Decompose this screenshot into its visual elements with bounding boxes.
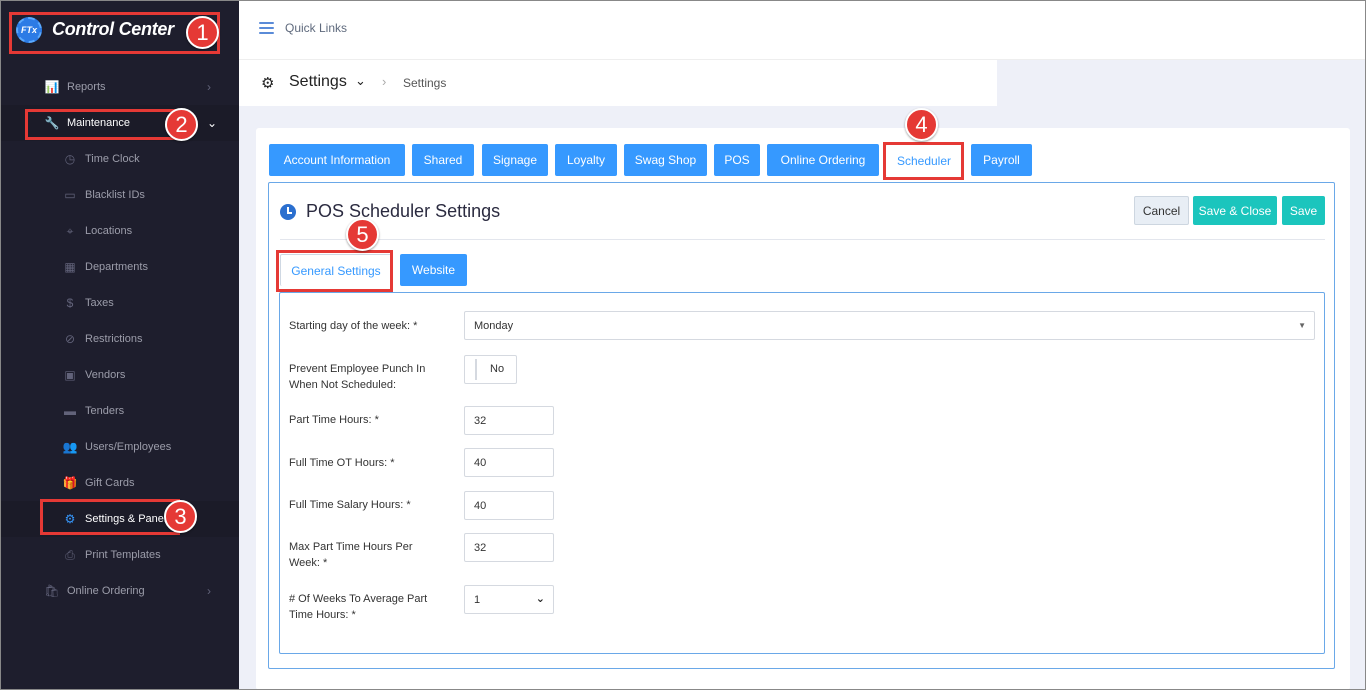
max-pt-hours-input[interactable]: 32 bbox=[464, 533, 554, 562]
dollar-icon: $ bbox=[66, 296, 74, 310]
weeks-average-value: 1 bbox=[474, 593, 481, 606]
sidebar-item-label: Print Templates bbox=[85, 549, 161, 561]
chevron-down-icon: ⌄ bbox=[207, 116, 218, 130]
chevron-down-icon[interactable]: ⌄ bbox=[355, 73, 366, 89]
tab-loyalty[interactable]: Loyalty bbox=[555, 144, 617, 176]
sidebar-item-label: Users/Employees bbox=[85, 441, 172, 453]
weeks-average-select[interactable]: 1 ⌄ bbox=[464, 585, 554, 614]
chevron-right-icon: › bbox=[382, 74, 387, 89]
cancel-button[interactable]: Cancel bbox=[1134, 196, 1189, 225]
sidebar-item-restrictions[interactable]: ⊘ Restrictions bbox=[0, 321, 239, 357]
sidebar-item-label: Taxes bbox=[85, 297, 114, 309]
marker-badge-3: 3 bbox=[164, 500, 197, 533]
users-icon: 👥 bbox=[62, 440, 78, 454]
marker-box-2 bbox=[25, 109, 185, 140]
tab-account-information[interactable]: Account Information bbox=[269, 144, 405, 176]
tab-online-ordering[interactable]: Online Ordering bbox=[767, 144, 879, 176]
marker-badge-2: 2 bbox=[165, 108, 198, 141]
chevron-right-icon: › bbox=[207, 80, 211, 94]
sidebar-item-label: Online Ordering bbox=[67, 585, 145, 597]
gear-icon: ⚙ bbox=[261, 75, 275, 92]
toggle-knob bbox=[475, 359, 477, 380]
sidebar-item-blacklist-ids[interactable]: ▭ Blacklist IDs bbox=[0, 177, 239, 213]
save-button[interactable]: Save bbox=[1282, 196, 1325, 225]
panel-title: POS Scheduler Settings bbox=[306, 201, 501, 221]
chevron-down-icon: ⌄ bbox=[535, 593, 545, 605]
divider bbox=[280, 239, 1325, 240]
topbar: Quick Links bbox=[239, 0, 1366, 60]
sidebar-item-taxes[interactable]: $ Taxes bbox=[0, 285, 239, 321]
sidebar-item-label: Tenders bbox=[85, 405, 125, 417]
caret-down-icon: ▼ bbox=[1298, 321, 1306, 330]
ft-ot-hours-input[interactable]: 40 bbox=[464, 448, 554, 477]
marker-box-5 bbox=[276, 250, 393, 292]
sidebar-item-label: Vendors bbox=[85, 369, 126, 381]
sidebar-item-label: Time Clock bbox=[85, 153, 140, 165]
toggle-value: No bbox=[490, 363, 505, 375]
money-icon: ▬ bbox=[64, 404, 76, 418]
menu-icon[interactable] bbox=[259, 22, 274, 34]
sidebar-item-label: Locations bbox=[85, 225, 133, 237]
save-close-button[interactable]: Save & Close bbox=[1193, 196, 1277, 225]
sidebar-item-online-ordering[interactable]: 🛍 Online Ordering › bbox=[0, 573, 239, 609]
printer-icon: ⎙ bbox=[65, 547, 75, 562]
breadcrumb: Settings bbox=[403, 76, 447, 90]
subheader-fill bbox=[997, 60, 1366, 106]
tab-signage[interactable]: Signage bbox=[482, 144, 548, 176]
ban-icon: ⊘ bbox=[64, 332, 76, 346]
map-pin-icon: ⌖ bbox=[66, 223, 74, 238]
start-day-label: Starting day of the week: * bbox=[289, 320, 418, 332]
id-card-icon: ▭ bbox=[64, 188, 76, 202]
subheader: ⚙ Settings ⌄ › Settings bbox=[239, 60, 997, 106]
tab-swag-shop[interactable]: Swag Shop bbox=[624, 144, 707, 176]
sidebar-item-label: Reports bbox=[67, 81, 106, 93]
quick-links-link[interactable]: Quick Links bbox=[285, 21, 347, 35]
tab-payroll[interactable]: Payroll bbox=[971, 144, 1032, 176]
sidebar-item-label: Blacklist IDs bbox=[85, 189, 145, 201]
sidebar-item-gift-cards[interactable]: 🎁 Gift Cards bbox=[0, 465, 239, 501]
sidebar-item-locations[interactable]: ⌖ Locations bbox=[0, 213, 239, 249]
ft-salary-hours-label: Full Time Salary Hours: * bbox=[289, 499, 411, 511]
marker-box-4 bbox=[883, 142, 964, 180]
sidebar-item-label: Restrictions bbox=[85, 333, 143, 345]
ft-salary-hours-input[interactable]: 40 bbox=[464, 491, 554, 520]
start-day-value: Monday bbox=[474, 319, 514, 332]
clock-icon: ◷ bbox=[64, 152, 76, 166]
prevent-punch-toggle[interactable]: No bbox=[464, 355, 517, 384]
sidebar-item-users-employees[interactable]: 👥 Users/Employees bbox=[0, 429, 239, 465]
sidebar-item-vendors[interactable]: ▣ Vendors bbox=[0, 357, 239, 393]
start-day-select[interactable]: Monday ▼ bbox=[464, 311, 1315, 340]
chart-icon: 📊 bbox=[44, 80, 60, 94]
contact-icon: ▣ bbox=[64, 368, 76, 382]
part-time-hours-label: Part Time Hours: * bbox=[289, 414, 379, 426]
marker-badge-5: 5 bbox=[346, 218, 379, 251]
ft-ot-hours-label: Full Time OT Hours: * bbox=[289, 457, 395, 469]
weeks-average-label: # Of Weeks To Average Part Time Hours: * bbox=[289, 593, 428, 621]
subtab-website[interactable]: Website bbox=[400, 254, 467, 286]
sidebar-item-time-clock[interactable]: ◷ Time Clock bbox=[0, 141, 239, 177]
marker-badge-4: 4 bbox=[905, 108, 938, 141]
sidebar-item-tenders[interactable]: ▬ Tenders bbox=[0, 393, 239, 429]
prevent-punch-label: Prevent Employee Punch In When Not Sched… bbox=[289, 363, 426, 391]
sidebar-item-label: Gift Cards bbox=[85, 477, 135, 489]
max-pt-hours-label: Max Part Time Hours Per Week: * bbox=[289, 541, 413, 569]
tab-pos[interactable]: POS bbox=[714, 144, 760, 176]
shopping-bag-icon: 🛍 bbox=[44, 584, 60, 598]
tab-shared[interactable]: Shared bbox=[412, 144, 474, 176]
sidebar-item-print-templates[interactable]: ⎙ Print Templates bbox=[0, 537, 239, 573]
gift-icon: 🎁 bbox=[62, 476, 78, 490]
part-time-hours-input[interactable]: 32 bbox=[464, 406, 554, 435]
page-title[interactable]: Settings bbox=[289, 73, 347, 91]
building-icon: ▦ bbox=[64, 260, 76, 274]
chevron-right-icon: › bbox=[207, 584, 211, 598]
clock-icon bbox=[280, 204, 296, 220]
marker-box-3 bbox=[40, 499, 180, 535]
sidebar-item-label: Departments bbox=[85, 261, 148, 273]
marker-badge-1: 1 bbox=[186, 16, 219, 49]
sidebar-item-reports[interactable]: 📊 Reports › bbox=[0, 69, 239, 105]
sidebar-item-departments[interactable]: ▦ Departments bbox=[0, 249, 239, 285]
